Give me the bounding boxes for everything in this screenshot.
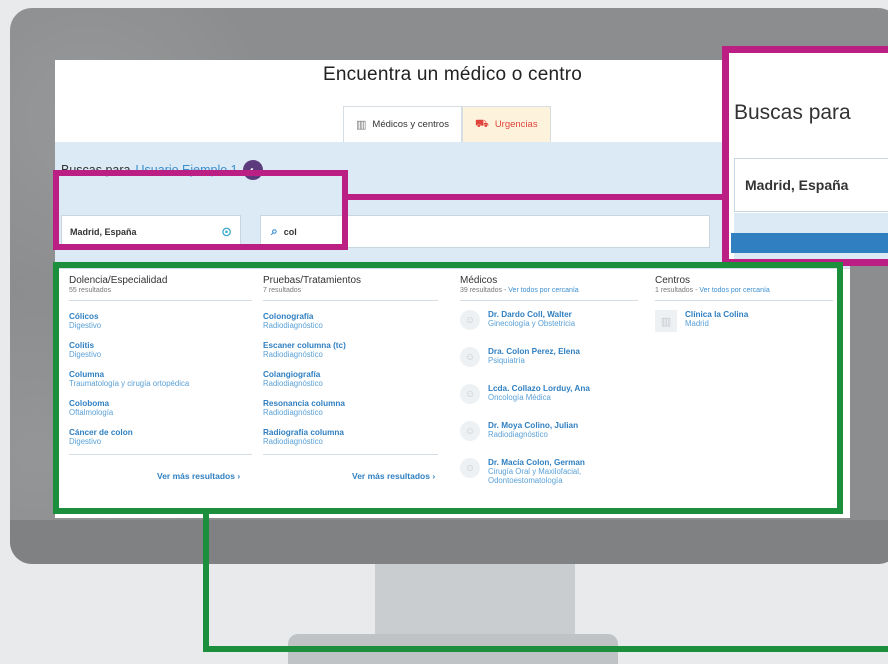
ambulance-icon: ⛟ — [474, 117, 489, 130]
green-connector-horizontal — [203, 646, 888, 652]
callout-title: Buscas para — [734, 101, 851, 124]
callout-location-value: Madrid, España — [745, 177, 849, 193]
building-icon: ▥ — [356, 119, 367, 131]
tab-label: Médicos y centros — [372, 119, 449, 130]
tab-bar: ▥ Médicos y centros ⛟ Urgencias — [343, 106, 551, 142]
zoom-callout: Buscas para Madrid, España — [722, 46, 888, 266]
monitor-stand-neck — [375, 564, 575, 644]
callout-connector — [348, 194, 724, 200]
tab-label: Urgencias — [494, 119, 538, 130]
callout-location-input: Madrid, España — [734, 158, 888, 212]
callout-search-button — [731, 233, 888, 253]
highlight-box-magenta — [53, 170, 348, 250]
tab-urgencias[interactable]: ⛟ Urgencias — [461, 106, 551, 142]
green-connector-vertical — [203, 512, 209, 652]
highlight-box-green — [53, 262, 843, 514]
tab-medicos-centros[interactable]: ▥ Médicos y centros — [343, 106, 462, 142]
monitor-bezel-bottom — [10, 520, 888, 564]
